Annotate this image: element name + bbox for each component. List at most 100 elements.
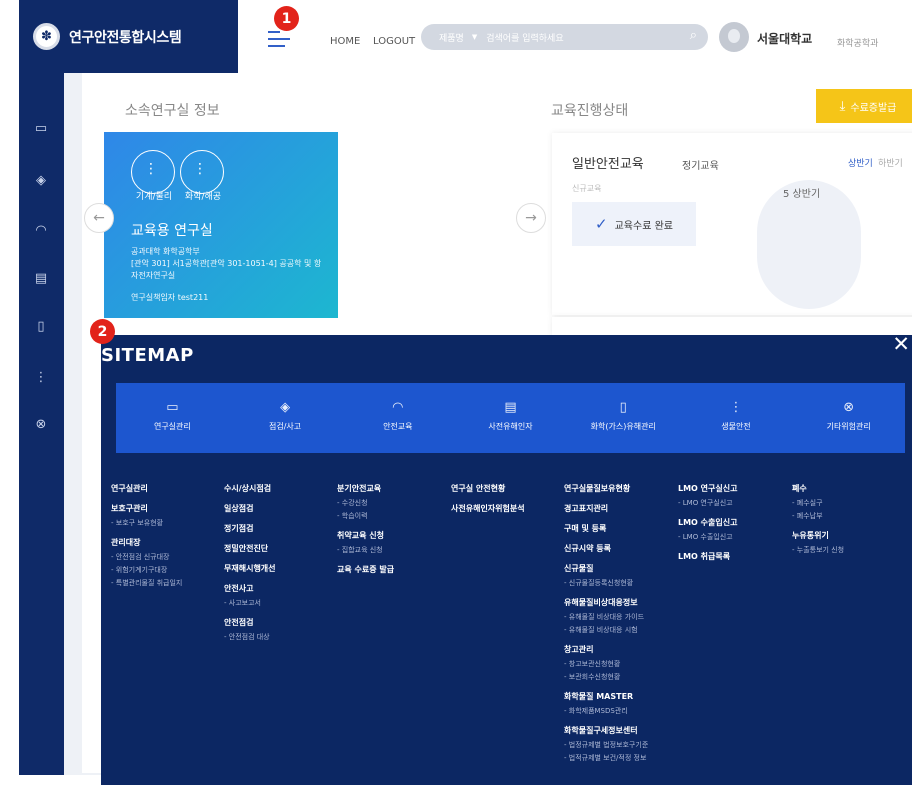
sitemap-category-biohazard[interactable]: ⊗ 기타위험관리 bbox=[792, 383, 905, 453]
sitemap-link[interactable]: LMO 취급목록 bbox=[678, 551, 790, 562]
education-complete-button[interactable]: ✓ 교육수료 완료 bbox=[572, 202, 696, 246]
progress-circle-label: 5 상반기 bbox=[783, 189, 821, 200]
sitemap-sublink[interactable]: - 안전점검 대상 bbox=[224, 632, 336, 642]
sitemap-sublink[interactable]: - 화학제품MSDS관리 bbox=[564, 706, 676, 716]
flask-icon[interactable]: ▯ bbox=[33, 319, 49, 335]
sitemap-link[interactable]: 경고표지관리 bbox=[564, 503, 676, 514]
sitemap-link[interactable]: 누유통위기 bbox=[792, 530, 904, 541]
sitemap-link[interactable]: LMO 연구실신고 bbox=[678, 483, 790, 494]
sitemap-category-dna[interactable]: ⋮ 생물안전 bbox=[680, 383, 793, 453]
search-icon[interactable]: ⌕ bbox=[690, 28, 697, 43]
sitemap-sublink[interactable]: - 보호구 보유현황 bbox=[111, 518, 223, 528]
sitemap-link[interactable]: 일상점검 bbox=[224, 503, 336, 514]
sitemap-sublink[interactable]: - 폐수실구 bbox=[792, 498, 904, 508]
sitemap-link[interactable]: 구매 및 등록 bbox=[564, 523, 676, 534]
sitemap-sublink[interactable]: - 안전점검 신규대장 bbox=[111, 552, 223, 562]
sitemap-group: 무재해시행개선 bbox=[224, 563, 336, 574]
sitemap-category-computer[interactable]: ▤ 사전유해인자 bbox=[454, 383, 567, 453]
shield-icon[interactable]: ◈ bbox=[33, 173, 49, 189]
sitemap-link[interactable]: 사전유해인자위험분석 bbox=[451, 503, 563, 514]
sitemap-link[interactable]: 연구실물질보유현황 bbox=[564, 483, 676, 494]
sitemap-sublink[interactable]: - 폐수납부 bbox=[792, 511, 904, 521]
monitor-icon[interactable]: ▭ bbox=[33, 121, 49, 137]
sitemap-link[interactable]: 신규시약 등록 bbox=[564, 543, 676, 554]
sitemap-sublink[interactable]: - 누출통보기 신청 bbox=[792, 545, 904, 555]
sitemap-link[interactable]: 연구실관리 bbox=[111, 483, 223, 494]
next-arrow-icon[interactable]: → bbox=[516, 203, 546, 233]
sitemap-link[interactable]: LMO 수출입신고 bbox=[678, 517, 790, 528]
sitemap-link[interactable]: 수시/상시점검 bbox=[224, 483, 336, 494]
sitemap-sublink[interactable]: - 수강신청 bbox=[337, 498, 449, 508]
sitemap-link[interactable]: 안전점검 bbox=[224, 617, 336, 628]
sitemap-category-flask[interactable]: ▯ 화학(가스)유해관리 bbox=[567, 383, 680, 453]
sitemap-link[interactable]: 폐수 bbox=[792, 483, 904, 494]
education-status-title: 교육진행상태 bbox=[551, 103, 629, 119]
lab-location: [관악 301] 서1공학관[관악 301-1051-4] 공공학 및 항 bbox=[131, 259, 322, 268]
sitemap-group: 보호구관리 - 보호구 보유현황 bbox=[111, 503, 223, 528]
sitemap-sublink[interactable]: - 신규물질등록신청현황 bbox=[564, 578, 676, 588]
screen: ✽ 연구안전통합시스템 HOME LOGOUT 제품명 ▼ 검색어를 입력하세요… bbox=[0, 0, 912, 785]
sitemap-link[interactable]: 교육 수료증 발급 bbox=[337, 564, 449, 575]
sitemap-sublink[interactable]: - 학습이력 bbox=[337, 511, 449, 521]
sitemap-category-helmet[interactable]: ◠ 안전교육 bbox=[341, 383, 454, 453]
sitemap-group: 화학물질 MASTER - 화학제품MSDS관리 bbox=[564, 691, 676, 716]
sitemap-sublink[interactable]: - 법적규제별 보건/적정 정보 bbox=[564, 753, 676, 763]
certificate-button[interactable]: ⤓ 수료증발급 bbox=[816, 89, 912, 123]
sitemap-link[interactable]: 화학물질 MASTER bbox=[564, 691, 676, 702]
sitemap-sublink[interactable]: - 특별관리물질 취급일지 bbox=[111, 578, 223, 588]
category-badge: ⋮ 기계/물리 bbox=[131, 150, 175, 202]
left-sidebar: ▭ ◈ ◠ ▤ ▯ ⋮ ⊗ bbox=[19, 73, 64, 775]
menu-icon[interactable] bbox=[268, 31, 290, 52]
sitemap-link[interactable]: 화학물질구세정보센터 bbox=[564, 725, 676, 736]
sitemap-sublink[interactable]: - 집합교육 신청 bbox=[337, 545, 449, 555]
sitemap-sublink[interactable]: - 보관회수신청현황 bbox=[564, 672, 676, 682]
sitemap-sublink[interactable]: - 법정규제별 법정보호구기준 bbox=[564, 740, 676, 750]
sitemap-link[interactable]: 분기안전교육 bbox=[337, 483, 449, 494]
sitemap-link[interactable]: 취약교육 신청 bbox=[337, 530, 449, 541]
sitemap-category-shield[interactable]: ◈ 점검/사고 bbox=[229, 383, 342, 453]
sitemap-link[interactable]: 관리대장 bbox=[111, 537, 223, 548]
home-link[interactable]: HOME bbox=[330, 36, 360, 47]
sitemap-sublink[interactable]: - 유해물질 비상대응 시험 bbox=[564, 625, 676, 635]
sitemap-sublink[interactable]: - 사고보고서 bbox=[224, 598, 336, 608]
sitemap-sublink[interactable]: - LMO 수출입신고 bbox=[678, 532, 790, 542]
helmet-icon[interactable]: ◠ bbox=[33, 223, 49, 239]
sitemap-category-label: 안전교육 bbox=[383, 422, 413, 431]
brand[interactable]: ✽ 연구안전통합시스템 bbox=[19, 0, 238, 73]
close-icon[interactable]: ✕ bbox=[892, 335, 910, 356]
sitemap-group: 안전점검 - 안전점검 대상 bbox=[224, 617, 336, 642]
sitemap-category-monitor[interactable]: ▭ 연구실관리 bbox=[116, 383, 229, 453]
sitemap-link[interactable]: 유해물질비상대응정보 bbox=[564, 597, 676, 608]
search-select[interactable]: 제품명 bbox=[439, 31, 464, 44]
chevron-down-icon[interactable]: ▼ bbox=[472, 33, 477, 41]
tab-second-half[interactable]: 하반기 bbox=[878, 156, 903, 169]
sitemap-link[interactable]: 창고관리 bbox=[564, 644, 676, 655]
shield-icon: ◈ bbox=[280, 400, 291, 415]
biohazard-icon[interactable]: ⊗ bbox=[33, 417, 49, 433]
sitemap-link[interactable]: 신규물질 bbox=[564, 563, 676, 574]
sitemap-sublink[interactable]: - 위험기계기구대장 bbox=[111, 565, 223, 575]
avatar[interactable] bbox=[719, 22, 749, 52]
lab-card[interactable]: ⋮ 기계/물리 ⋮ 화학/해공 교육용 연구실 공과대학 화학공학부 [관악 3… bbox=[104, 132, 338, 318]
sitemap-sublink[interactable]: - 유해물질 비상대응 가이드 bbox=[564, 612, 676, 622]
computer-icon[interactable]: ▤ bbox=[33, 271, 49, 287]
search-bar[interactable]: 제품명 ▼ 검색어를 입력하세요 ⌕ bbox=[421, 24, 708, 50]
sitemap-sublink[interactable]: - 창고보관신청현황 bbox=[564, 659, 676, 669]
dna-icon[interactable]: ⋮ bbox=[33, 370, 49, 386]
sitemap-link[interactable]: 정기점검 bbox=[224, 523, 336, 534]
sitemap-sublink[interactable]: - LMO 연구실신고 bbox=[678, 498, 790, 508]
sitemap-group: 연구실 안전현황 bbox=[451, 483, 563, 494]
sitemap-link[interactable]: 연구실 안전현황 bbox=[451, 483, 563, 494]
sitemap-title: SITEMAP bbox=[101, 345, 194, 366]
tab-first-half[interactable]: 상반기 bbox=[848, 156, 873, 169]
sitemap-link[interactable]: 안전사고 bbox=[224, 583, 336, 594]
prev-arrow-icon[interactable]: ← bbox=[84, 203, 114, 233]
top-bar: HOME LOGOUT 제품명 ▼ 검색어를 입력하세요 ⌕ 서울대학교 화학공… bbox=[238, 0, 912, 73]
sitemap-link[interactable]: 정밀안전진단 bbox=[224, 543, 336, 554]
search-input[interactable]: 검색어를 입력하세요 bbox=[486, 31, 563, 44]
sitemap-link[interactable]: 보호구관리 bbox=[111, 503, 223, 514]
callout-badge-2: 2 bbox=[90, 319, 115, 344]
education-name: 일반안전교육 bbox=[572, 157, 644, 172]
sitemap-link[interactable]: 무재해시행개선 bbox=[224, 563, 336, 574]
logout-link[interactable]: LOGOUT bbox=[373, 36, 415, 47]
